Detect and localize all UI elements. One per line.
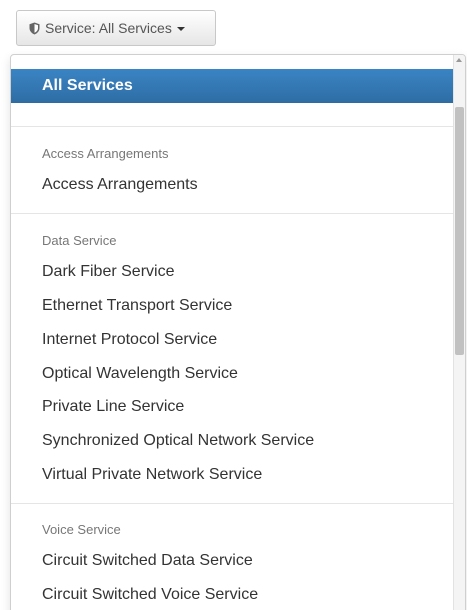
service-dropdown-label: Service: All Services (45, 20, 172, 36)
menu-scrollbar[interactable] (453, 55, 465, 610)
scrollbar-thumb[interactable] (455, 107, 464, 355)
service-filter-page: Service: All Services All Services Acces… (0, 0, 467, 610)
group-header-data-service: Data Service (42, 233, 117, 248)
menu-divider (11, 213, 455, 214)
group-header-voice-service: Voice Service (42, 522, 121, 537)
menu-item-all-services[interactable]: All Services (11, 69, 456, 103)
shield-icon (29, 22, 40, 34)
menu-item-synchronized-optical-network-service[interactable]: Synchronized Optical Network Service (42, 432, 314, 450)
menu-item-circuit-switched-voice-service[interactable]: Circuit Switched Voice Service (42, 586, 258, 604)
menu-item-label: All Services (42, 77, 133, 94)
menu-item-ethernet-transport-service[interactable]: Ethernet Transport Service (42, 297, 232, 315)
menu-item-internet-protocol-service[interactable]: Internet Protocol Service (42, 331, 217, 349)
menu-divider (11, 126, 455, 127)
menu-divider (11, 503, 455, 504)
group-header-access-arrangements: Access Arrangements (42, 146, 169, 161)
scroll-up-arrow-icon[interactable] (456, 58, 462, 62)
menu-item-virtual-private-network-service[interactable]: Virtual Private Network Service (42, 466, 262, 484)
service-dropdown-menu: All Services Access Arrangements Access … (10, 54, 466, 610)
service-dropdown-toggle[interactable]: Service: All Services (16, 10, 216, 46)
menu-item-circuit-switched-data-service[interactable]: Circuit Switched Data Service (42, 552, 253, 570)
menu-item-access-arrangements[interactable]: Access Arrangements (42, 176, 198, 194)
caret-down-icon (176, 26, 185, 31)
menu-item-dark-fiber-service[interactable]: Dark Fiber Service (42, 263, 174, 281)
menu-item-private-line-service[interactable]: Private Line Service (42, 398, 184, 416)
menu-item-optical-wavelength-service[interactable]: Optical Wavelength Service (42, 365, 238, 383)
